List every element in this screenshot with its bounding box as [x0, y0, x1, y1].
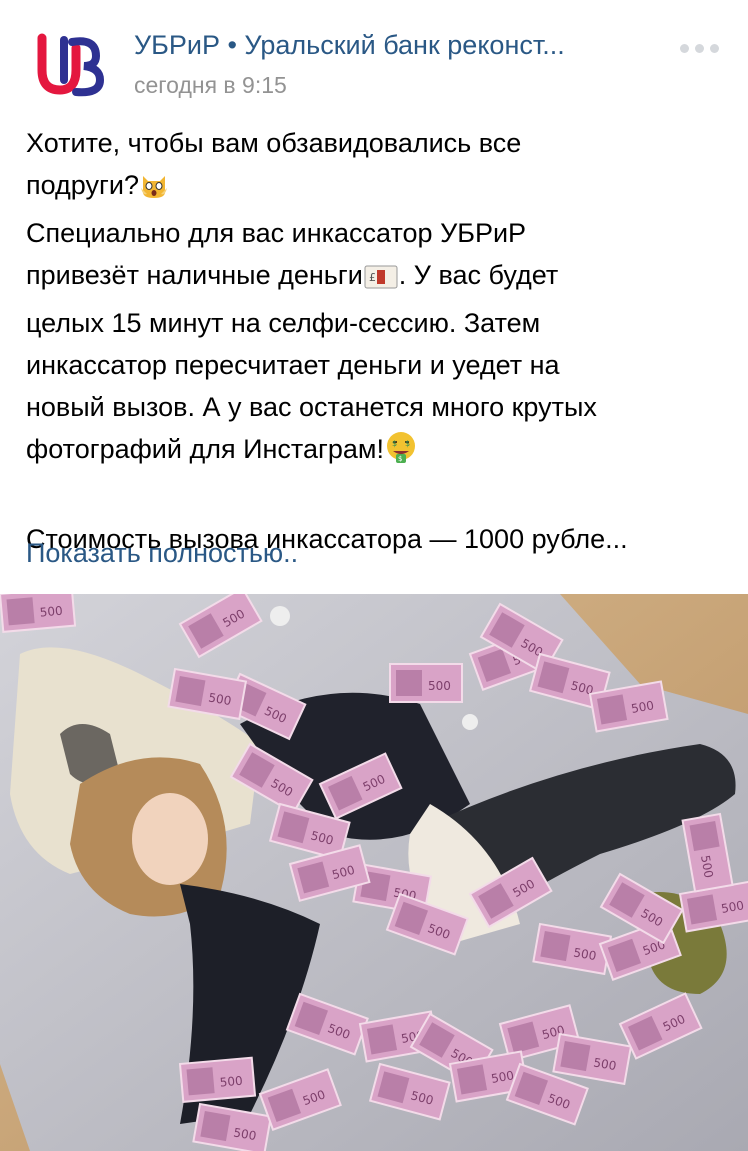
money-bag-emoji-icon: £ — [363, 260, 399, 302]
bank-logo-avatar[interactable] — [28, 30, 112, 102]
svg-text:£: £ — [369, 271, 376, 284]
post-text: Хотите, чтобы вам обзавидовались все под… — [26, 122, 726, 560]
face — [132, 793, 208, 885]
scream-cat-emoji-icon — [139, 170, 169, 212]
text-fragment: подруги? — [26, 170, 139, 200]
text-line: инкассатор пересчитает деньги и уедет на — [26, 350, 560, 380]
text-fragment: привезёт наличные деньги — [26, 260, 363, 290]
candle — [462, 714, 478, 730]
svg-text:$: $ — [398, 455, 402, 463]
more-dot — [710, 44, 719, 53]
more-horizontal-icon — [680, 44, 689, 53]
post-photo-image: 500 5005005005005005005005005005005005005… — [0, 594, 748, 1151]
show-more-link[interactable]: Показать полностью.. — [26, 538, 298, 569]
text-line: фотографий для Инстаграм! $ $ $ — [26, 428, 726, 476]
text-line: новый вызов. А у вас останется много кру… — [26, 392, 597, 422]
post-photo[interactable]: 500 500 500 500 500 500 500 500 500 500 500 500 500 5… — [0, 594, 748, 1151]
ubrir-logo-icon — [37, 33, 105, 97]
text-fragment: фотографий для Инстаграм! — [26, 434, 384, 464]
text-line: подруги? — [26, 164, 726, 212]
svg-text:500: 500 — [39, 604, 63, 620]
post-time[interactable]: сегодня в 9:15 — [134, 72, 287, 99]
text-line: целых 15 минут на селфи-сессию. Затем — [26, 308, 541, 338]
svg-text:500: 500 — [428, 679, 451, 693]
candle — [270, 606, 290, 626]
svg-text:500: 500 — [219, 1074, 243, 1090]
money-mouth-face-emoji-icon: $ $ $ — [384, 430, 418, 476]
text-line: Специально для вас инкассатор УБРиР — [26, 218, 527, 248]
text-line: привезёт наличные деньги £ . У вас будет — [26, 254, 726, 302]
more-options-button[interactable] — [680, 40, 720, 56]
banknote: 500 — [389, 663, 463, 703]
more-dot — [695, 44, 704, 53]
banknote: 500 — [0, 594, 77, 633]
banknote: 500 — [178, 1056, 257, 1103]
post-header: УБРиР • Уральский банк реконст... сегодн… — [0, 0, 748, 110]
post-author[interactable]: УБРиР • Уральский банк реконст... — [134, 30, 674, 61]
svg-text:$: $ — [405, 439, 410, 448]
svg-text:$: $ — [392, 439, 397, 448]
text-line: Хотите, чтобы вам обзавидовались все — [26, 128, 522, 158]
text-fragment: . У вас будет — [398, 260, 559, 290]
